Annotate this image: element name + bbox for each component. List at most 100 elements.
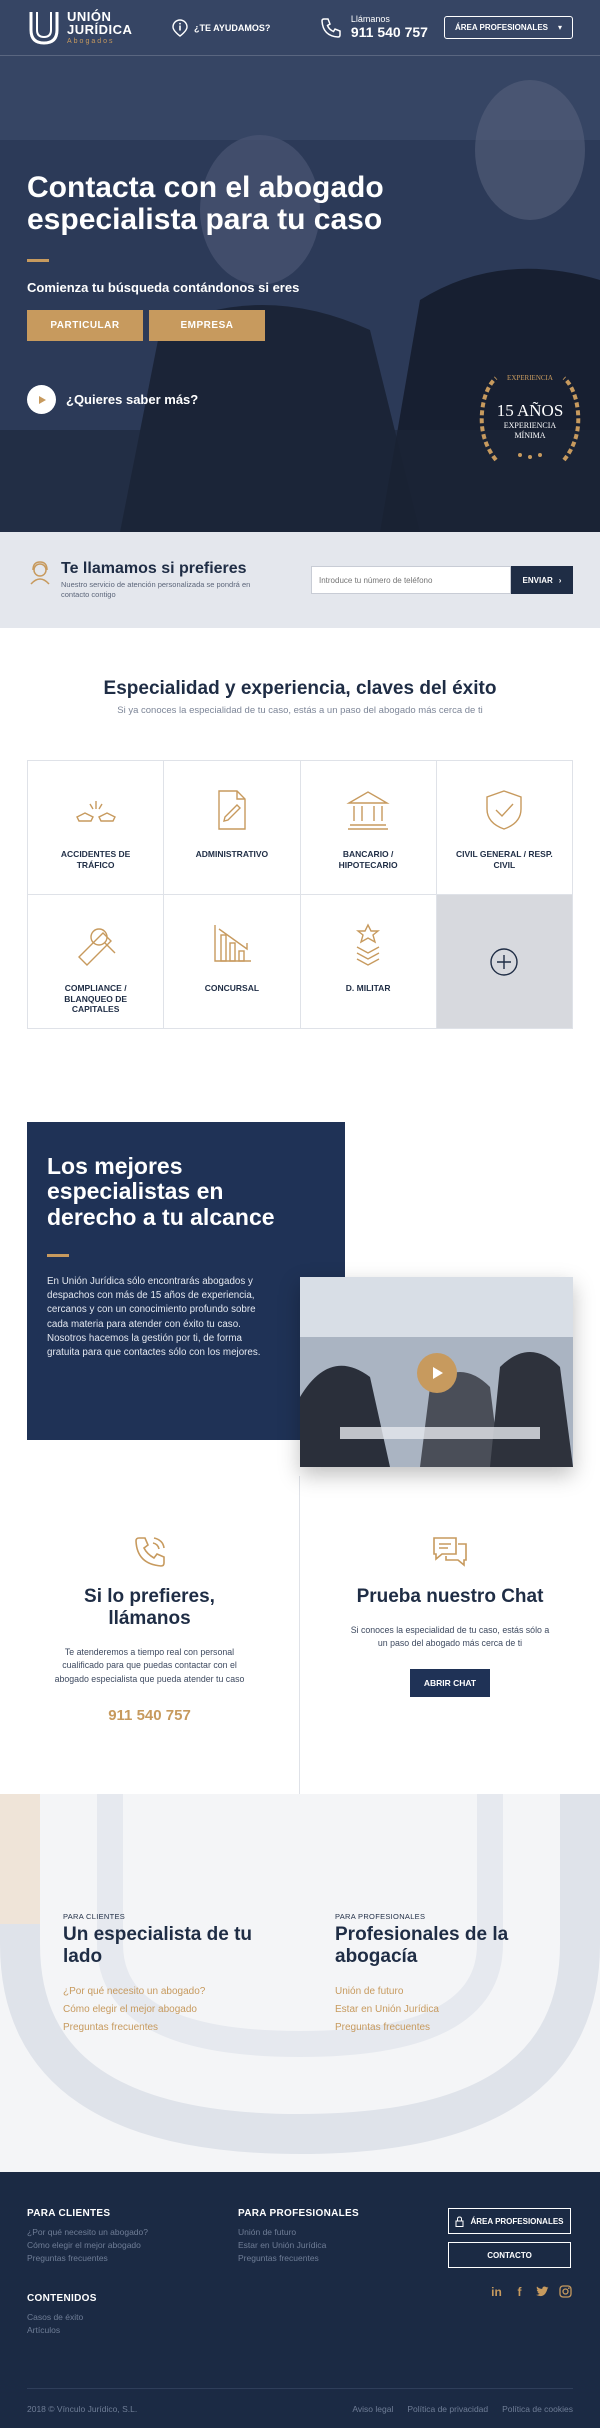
specialty-compliance[interactable]: COMPLIANCE / BLANQUEO DE CAPITALES bbox=[28, 895, 165, 1029]
logo[interactable]: UNIÓN JURÍDICA Abogados bbox=[27, 10, 157, 46]
linkedin-icon[interactable]: in bbox=[489, 2284, 504, 2299]
send-label: ENVIAR bbox=[522, 575, 553, 585]
video-thumbnail[interactable] bbox=[300, 1277, 573, 1467]
more-info-link[interactable]: ¿Quieres saber más? bbox=[27, 385, 198, 414]
footer-link[interactable]: Artículos bbox=[27, 2325, 97, 2335]
help-link[interactable]: ¿TE AYUDAMOS? bbox=[172, 18, 271, 37]
car-crash-icon bbox=[75, 801, 116, 822]
footer: PARA CLIENTES ¿Por qué necesito un aboga… bbox=[0, 2172, 600, 2428]
call-option-title: Si lo prefieres, llámanos bbox=[84, 1586, 215, 1629]
footer-link[interactable]: Casos de éxito bbox=[27, 2312, 97, 2322]
gold-divider bbox=[47, 1253, 69, 1257]
professionals-link[interactable]: Preguntas frecuentes bbox=[335, 2022, 535, 2033]
footer-link[interactable]: Cómo elegir el mejor abogado bbox=[27, 2240, 148, 2250]
shield-icon bbox=[486, 790, 523, 830]
professional-area-label: ÁREA PROFESIONALES bbox=[454, 23, 548, 32]
specialty-bancario[interactable]: BANCARIO / HIPOTECARIO bbox=[300, 761, 437, 895]
footer-link[interactable]: Preguntas frecuentes bbox=[27, 2253, 148, 2263]
contact-options-section: Si lo prefieres, llámanos Te atenderemos… bbox=[0, 1476, 600, 1794]
callback-form: ENVIAR › bbox=[311, 566, 573, 594]
clients-small-title: PARA CLIENTES bbox=[63, 1912, 126, 1921]
empresa-button[interactable]: EMPRESA bbox=[149, 309, 265, 341]
hero-section: UNIÓN JURÍDICA Abogados ¿TE AYUDAMOS? Ll… bbox=[0, 0, 600, 532]
badge-top-text: EXPERIENCIA bbox=[507, 374, 553, 382]
specialties-section: Especialidad y experiencia, claves del é… bbox=[0, 628, 600, 1029]
send-button[interactable]: ENVIAR › bbox=[511, 566, 573, 594]
hero-content: Contacta con el abogado especialista par… bbox=[27, 171, 407, 341]
badge-line-3: MÍNIMA bbox=[514, 430, 545, 440]
specialty-civil[interactable]: CIVIL GENERAL / RESP. CIVIL bbox=[436, 761, 573, 895]
instagram-icon[interactable] bbox=[558, 2284, 573, 2299]
specialty-label: CONCURSAL bbox=[204, 983, 260, 993]
specialties-grid: ACCIDENTES DE TRÁFICO ADMINISTRATIVO BAN… bbox=[27, 760, 573, 1029]
header-phone-number: 911 540 757 bbox=[350, 23, 428, 40]
specialists-title: Los mejores especialistas en derecho a t… bbox=[47, 1153, 275, 1230]
call-option: Si lo prefieres, llámanos Te atenderemos… bbox=[0, 1476, 300, 1794]
more-info-label: ¿Quieres saber más? bbox=[66, 392, 199, 407]
footer-clients: PARA CLIENTES ¿Por qué necesito un aboga… bbox=[27, 2208, 148, 2266]
help-label: ¿TE AYUDAMOS? bbox=[194, 22, 271, 33]
call-option-text: Te atenderemos a tiempo real con persona… bbox=[54, 1646, 245, 1684]
footer-link[interactable]: Unión de futuro bbox=[238, 2227, 359, 2237]
professionals-column: PARA PROFESIONALES Profesionales de la a… bbox=[335, 1912, 535, 2040]
clients-column: PARA CLIENTES Un especialista de tu lado… bbox=[63, 1912, 263, 2040]
play-button[interactable] bbox=[417, 1353, 457, 1393]
military-icon bbox=[356, 923, 381, 966]
particular-button[interactable]: PARTICULAR bbox=[27, 309, 143, 341]
legal-link[interactable]: Política de privacidad bbox=[407, 2404, 488, 2414]
footer-area-label: ÁREA PROFESIONALES bbox=[470, 2216, 564, 2226]
specialists-box: Los mejores especialistas en derecho a t… bbox=[27, 1122, 345, 1440]
play-icon bbox=[27, 385, 56, 414]
call-option-phone[interactable]: 911 540 757 bbox=[108, 1707, 191, 1724]
footer-contact-button[interactable]: CONTACTO bbox=[448, 2242, 571, 2268]
info-pin-icon bbox=[172, 18, 188, 37]
specialists-text: En Unión Jurídica sólo encontrarás aboga… bbox=[47, 1275, 261, 1358]
specialties-subtitle: Si ya conoces la especialidad de tu caso… bbox=[117, 705, 483, 716]
hero-title: Contacta con el abogado especialista par… bbox=[27, 171, 384, 237]
professionals-small-title: PARA PROFESIONALES bbox=[335, 1912, 426, 1921]
headset-person-icon bbox=[30, 561, 50, 585]
footer-link[interactable]: ¿Por qué necesito un abogado? bbox=[27, 2227, 148, 2237]
callback-description: Nuestro servicio de atención personaliza… bbox=[61, 580, 251, 599]
footer-link[interactable]: Estar en Unión Jurídica bbox=[238, 2240, 359, 2250]
specialty-more[interactable] bbox=[436, 895, 573, 1029]
legal-link[interactable]: Aviso legal bbox=[352, 2404, 393, 2414]
twitter-icon[interactable] bbox=[535, 2284, 550, 2299]
logo-u-icon bbox=[29, 11, 59, 45]
specialty-label: COMPLIANCE / BLANQUEO DE CAPITALES bbox=[64, 983, 128, 1015]
footer-clients-title: PARA CLIENTES bbox=[27, 2208, 111, 2219]
professionals-link[interactable]: Unión de futuro bbox=[335, 1986, 535, 1997]
footer-area-button[interactable]: ÁREA PROFESIONALES bbox=[448, 2208, 571, 2234]
clients-title: Un especialista de tu lado bbox=[63, 1924, 253, 1967]
specialty-concursal[interactable]: CONCURSAL bbox=[164, 895, 301, 1029]
chat-bubbles-icon bbox=[433, 1537, 467, 1567]
legal-link[interactable]: Política de cookies bbox=[502, 2404, 573, 2414]
callback-section: Te llamamos si prefieres Nuestro servici… bbox=[0, 532, 600, 628]
footer-link[interactable]: Preguntas frecuentes bbox=[238, 2253, 359, 2263]
badge-line-2: EXPERIENCIA bbox=[504, 421, 557, 430]
facebook-icon[interactable]: f bbox=[512, 2284, 527, 2299]
clients-link[interactable]: Cómo elegir el mejor abogado bbox=[63, 2004, 263, 2015]
professionals-link[interactable]: Estar en Unión Jurídica bbox=[335, 2004, 535, 2015]
clients-link[interactable]: ¿Por qué necesito un abogado? bbox=[63, 1986, 263, 1997]
header-phone[interactable]: Llámanos 911 540 757 bbox=[319, 14, 428, 40]
bank-icon bbox=[346, 791, 390, 830]
gold-divider bbox=[27, 258, 49, 262]
phone-ringing-icon bbox=[134, 1537, 165, 1567]
fifteen-years-badge: EXPERIENCIA 15 AÑOS EXPERIENCIA MÍNIMA bbox=[479, 374, 581, 462]
phone-number-input[interactable] bbox=[311, 566, 511, 594]
callback-title: Te llamamos si prefieres bbox=[61, 560, 247, 578]
specialty-label: ADMINISTRATIVO bbox=[195, 849, 269, 859]
chevron-right-icon: › bbox=[558, 575, 562, 585]
footer-professionals: PARA PROFESIONALES Unión de futuro Estar… bbox=[238, 2208, 359, 2266]
clients-link[interactable]: Preguntas frecuentes bbox=[63, 2022, 263, 2033]
logo-line-3: Abogados bbox=[67, 38, 115, 45]
specialty-administrativo[interactable]: ADMINISTRATIVO bbox=[164, 761, 301, 895]
specialty-accidentes[interactable]: ACCIDENTES DE TRÁFICO bbox=[28, 761, 165, 895]
specialty-militar[interactable]: D. MILITAR bbox=[300, 895, 437, 1029]
copyright: 2018 © Vínculo Jurídico, S.L. bbox=[27, 2403, 138, 2414]
specialties-title: Especialidad y experiencia, claves del é… bbox=[103, 678, 497, 699]
professional-area-dropdown[interactable]: ÁREA PROFESIONALES ▾ bbox=[443, 16, 573, 39]
play-icon bbox=[433, 1367, 443, 1379]
open-chat-button[interactable]: ABRIR CHAT bbox=[409, 1669, 491, 1698]
